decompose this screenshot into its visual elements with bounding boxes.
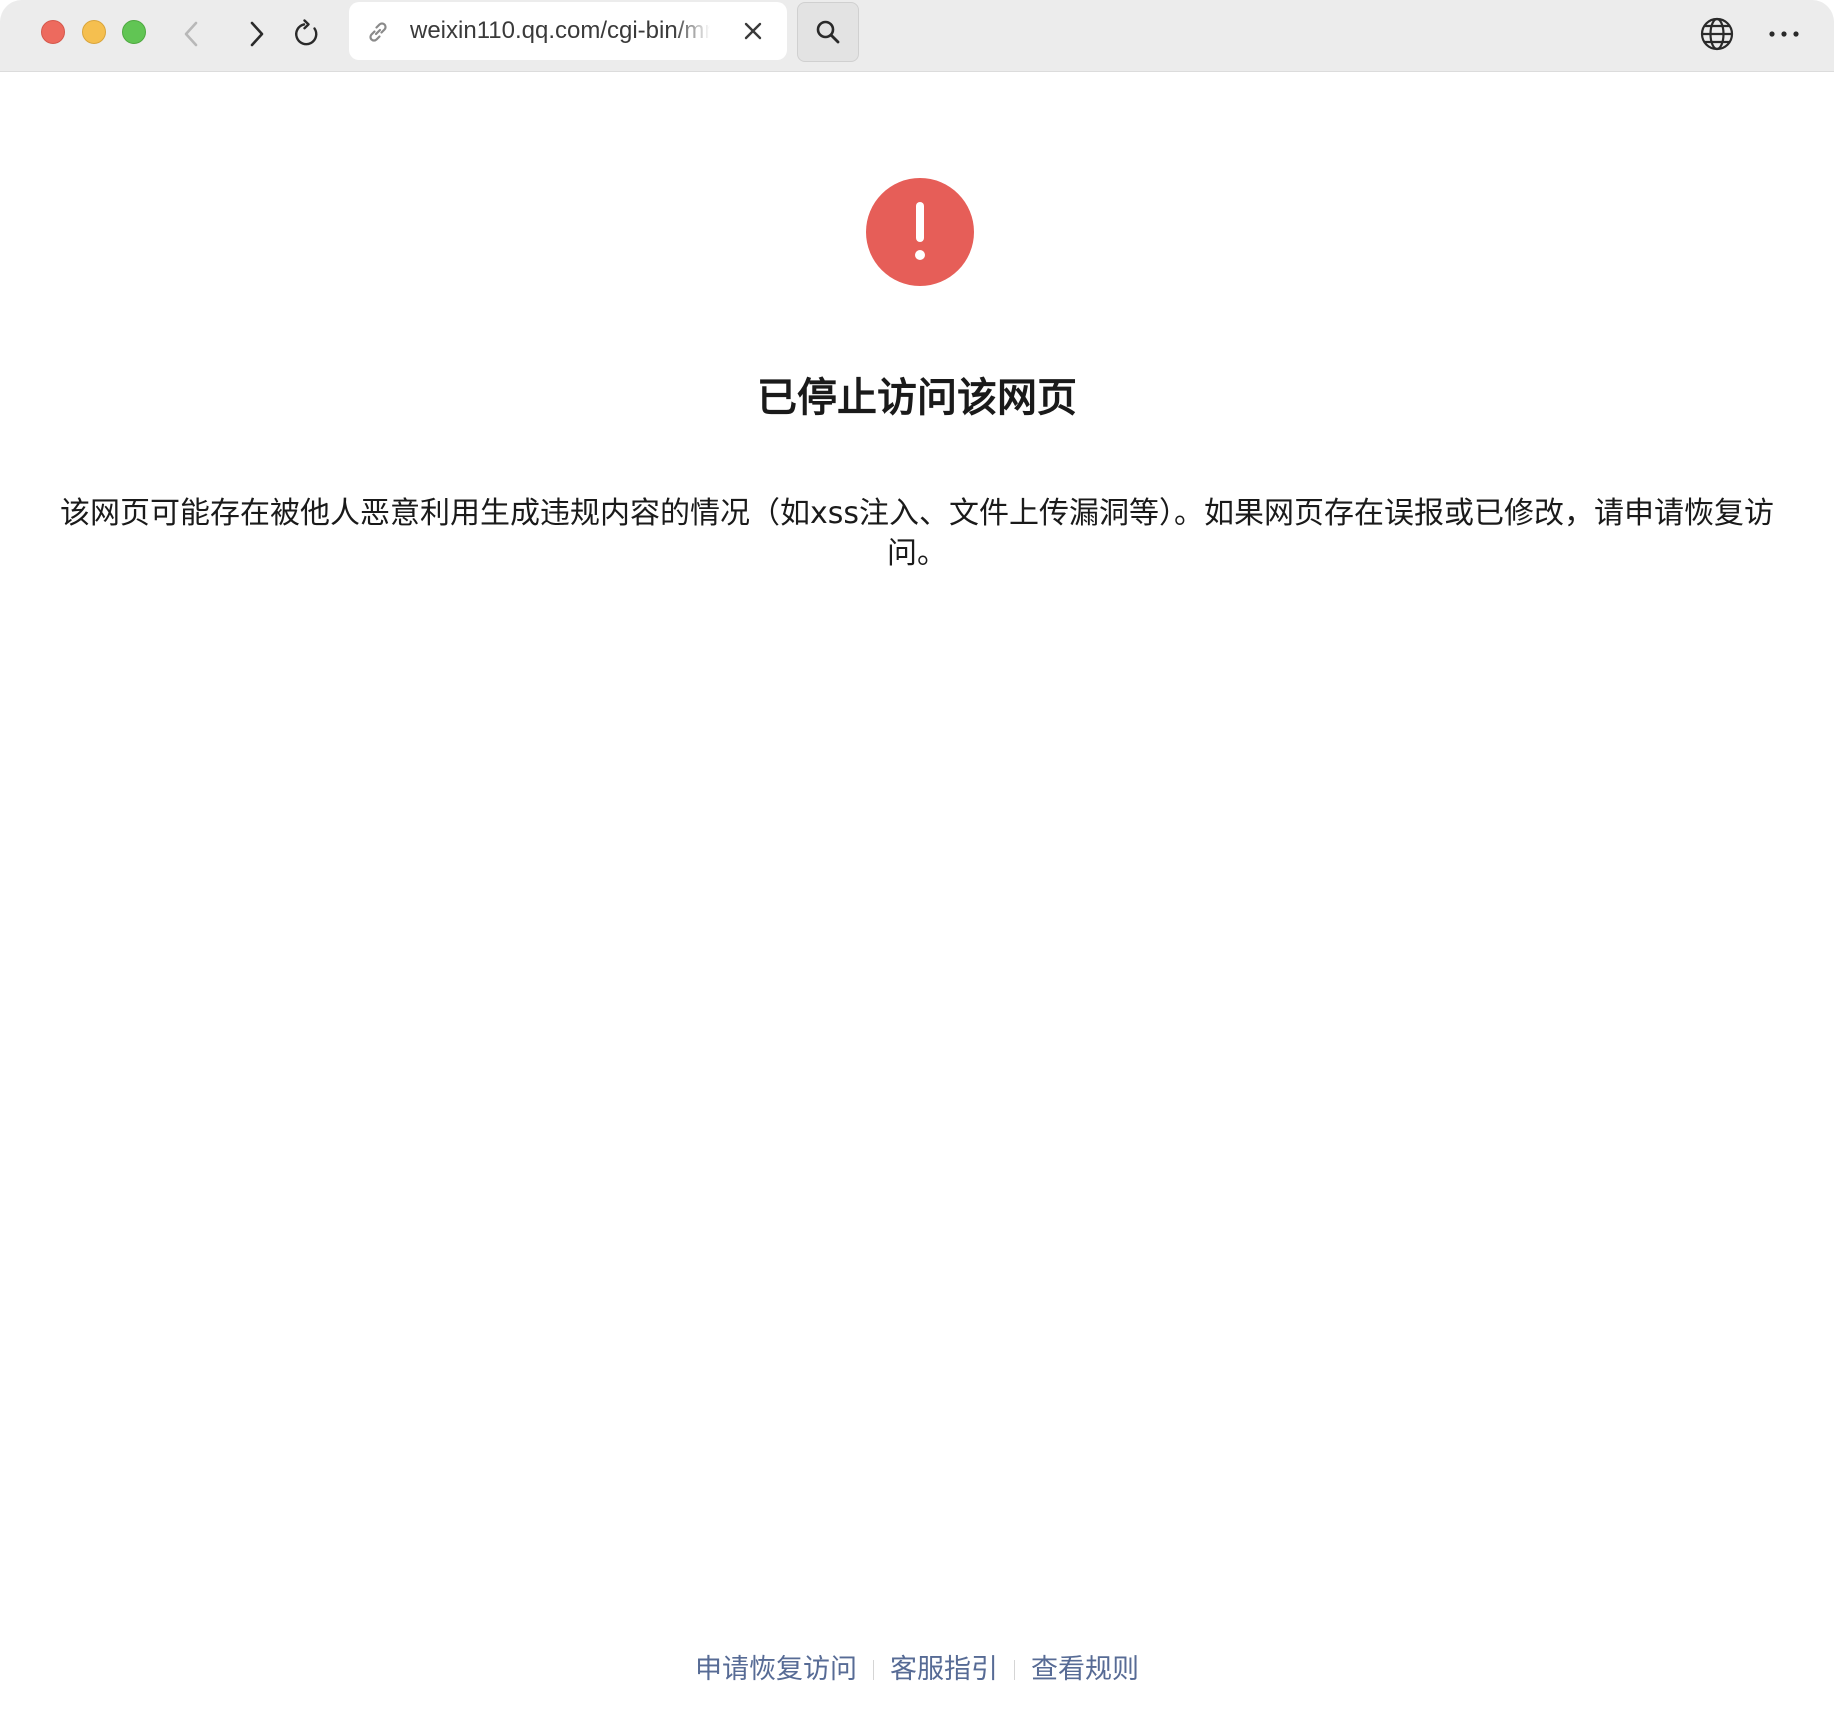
browser-toolbar: weixin110.qq.com/cgi-bin/mmspamsupport-b… (0, 0, 1834, 72)
reload-button[interactable] (285, 12, 329, 56)
close-icon[interactable] (741, 19, 765, 43)
footer-separator (873, 1660, 874, 1680)
footer-links: 申请恢复访问 客服指引 查看规则 (0, 1650, 1834, 1690)
search-button[interactable] (797, 2, 859, 62)
reload-icon (295, 19, 318, 46)
globe-icon (1700, 17, 1734, 51)
chevron-left-icon (184, 21, 198, 47)
browser-window: weixin110.qq.com/cgi-bin/mmspamsupport-b… (0, 0, 1834, 1724)
more-button[interactable] (1762, 12, 1806, 56)
back-button[interactable] (170, 12, 214, 56)
window-close-button[interactable] (41, 20, 65, 44)
address-bar[interactable]: weixin110.qq.com/cgi-bin/mmspamsupport-b… (349, 2, 787, 60)
view-rules-link[interactable]: 查看规则 (1031, 1650, 1139, 1690)
page-description: 该网页可能存在被他人恶意利用生成违规内容的情况（如xss注入、文件上传漏洞等）。… (60, 496, 1775, 571)
window-minimize-button[interactable] (82, 20, 106, 44)
window-maximize-button[interactable] (122, 20, 146, 44)
footer-separator (1014, 1660, 1015, 1680)
link-icon (369, 22, 387, 42)
warning-icon (866, 178, 974, 286)
forward-button[interactable] (234, 12, 278, 56)
translate-button[interactable] (1695, 12, 1739, 56)
search-icon (816, 20, 840, 44)
url-text[interactable]: weixin110.qq.com/cgi-bin/mmspamsupport-b… (410, 2, 710, 60)
customer-service-guide-link[interactable]: 客服指引 (890, 1650, 998, 1690)
more-icon (1769, 31, 1799, 37)
page-title: 已停止访问该网页 (757, 375, 1077, 421)
request-restore-access-link[interactable]: 申请恢复访问 (695, 1650, 857, 1690)
chevron-right-icon (250, 21, 264, 47)
